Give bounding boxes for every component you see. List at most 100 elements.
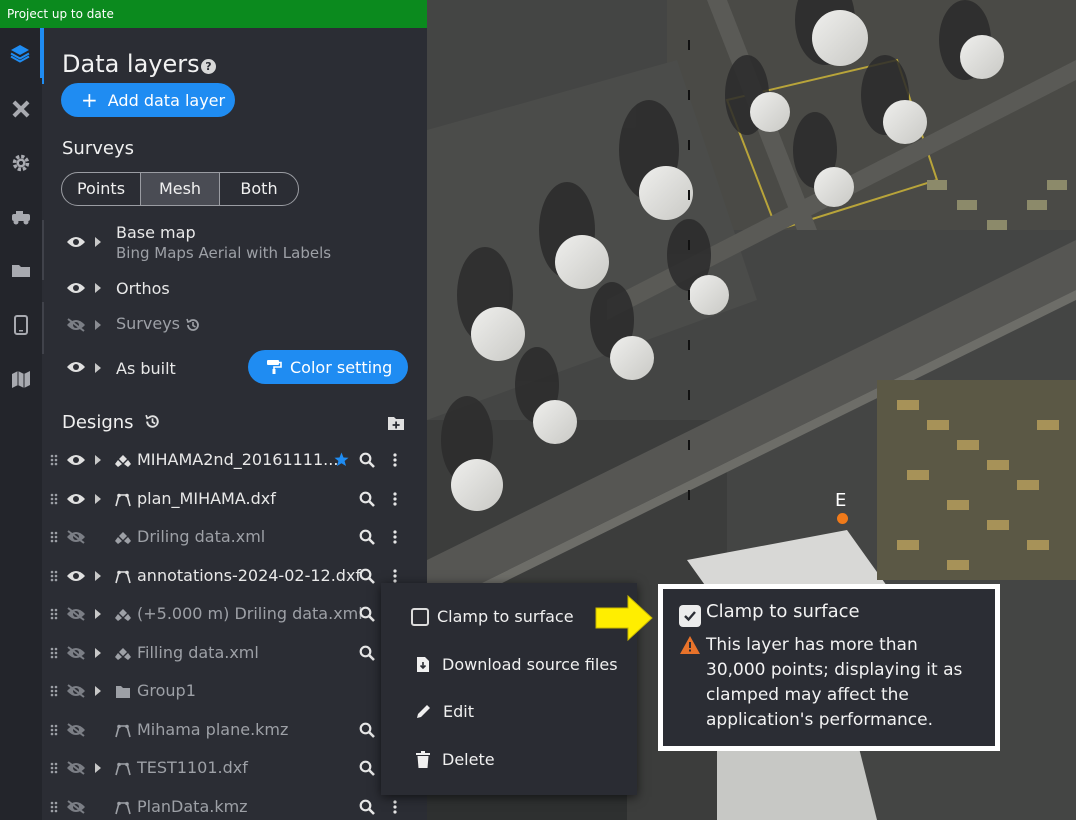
zoom-to-icon[interactable] — [359, 529, 375, 545]
eye-off-icon[interactable] — [66, 684, 86, 698]
zoom-to-icon[interactable] — [359, 606, 375, 622]
expand-caret-icon[interactable] — [95, 648, 101, 658]
drag-handle-icon[interactable] — [50, 608, 58, 620]
drag-handle-icon[interactable] — [50, 531, 58, 543]
rail-settings-button[interactable] — [0, 138, 42, 188]
rail-folder-button[interactable] — [0, 246, 42, 296]
drag-handle-icon[interactable] — [50, 454, 58, 466]
segment-mesh[interactable]: Mesh — [140, 173, 219, 205]
eye-icon[interactable] — [66, 492, 86, 506]
more-options-icon[interactable] — [393, 453, 397, 467]
folder-icon — [116, 686, 130, 698]
expand-caret-icon[interactable] — [95, 686, 101, 696]
mesh-icon — [115, 455, 131, 467]
eye-off-icon[interactable] — [66, 646, 86, 660]
menu-item-edit[interactable]: Edit — [416, 702, 474, 721]
menu-item-delete[interactable]: Delete — [416, 750, 495, 769]
design-row[interactable]: plan_MIHAMA.dxf — [42, 484, 427, 514]
more-options-icon[interactable] — [393, 800, 397, 814]
expand-caret-icon[interactable] — [95, 455, 101, 465]
zoom-to-icon[interactable] — [359, 760, 375, 776]
more-options-icon[interactable] — [393, 492, 397, 506]
trash-icon — [416, 751, 430, 768]
layers-icon — [10, 45, 30, 63]
drag-handle-icon[interactable] — [50, 570, 58, 582]
eye-icon[interactable] — [66, 569, 86, 583]
expand-caret-icon[interactable] — [95, 763, 101, 773]
line-work-icon — [115, 570, 131, 584]
drag-handle-icon[interactable] — [50, 493, 58, 505]
drag-handle-icon[interactable] — [50, 647, 58, 659]
expand-caret-icon[interactable] — [95, 494, 101, 504]
history-icon[interactable] — [185, 317, 201, 333]
history-icon[interactable] — [144, 413, 161, 430]
add-folder-icon[interactable] — [387, 415, 405, 431]
data-layers-panel: Data layers ? + Add data layer Surveys P… — [42, 28, 427, 820]
expand-caret-icon[interactable] — [95, 363, 101, 373]
menu-item-download[interactable]: Download source files — [416, 655, 618, 674]
design-row[interactable]: Driling data.xml — [42, 522, 427, 552]
eye-off-icon[interactable] — [66, 530, 86, 544]
zoom-to-icon[interactable] — [359, 491, 375, 507]
design-row[interactable]: Group1 — [42, 676, 427, 706]
segment-both[interactable]: Both — [219, 173, 298, 205]
zoom-to-icon[interactable] — [359, 799, 375, 815]
map-marker[interactable] — [837, 513, 848, 524]
star-icon[interactable] — [334, 452, 349, 467]
drag-handle-icon[interactable] — [50, 724, 58, 736]
design-row[interactable]: MIHAMA2nd_20161111... — [42, 445, 427, 475]
rail-machine-button[interactable] — [0, 192, 42, 242]
more-options-icon[interactable] — [393, 530, 397, 544]
expand-caret-icon[interactable] — [95, 237, 101, 247]
more-options-icon[interactable] — [393, 569, 397, 583]
tablet-icon — [14, 315, 28, 335]
rail-map-button[interactable] — [0, 354, 42, 404]
status-bar: Project up to date — [0, 0, 427, 28]
zoom-to-icon[interactable] — [359, 645, 375, 661]
clamp-tooltip-callout: Clamp to surface This layer has more tha… — [658, 584, 1000, 751]
design-row[interactable]: Mihama plane.kmz — [42, 715, 427, 745]
eye-off-icon[interactable] — [66, 800, 86, 814]
eye-icon[interactable] — [66, 281, 86, 295]
expand-caret-icon[interactable] — [95, 571, 101, 581]
rail-device-button[interactable] — [0, 300, 42, 350]
add-data-layer-label: Add data layer — [107, 90, 226, 110]
design-row[interactable]: TEST1101.dxf — [42, 753, 427, 783]
zoom-to-icon[interactable] — [359, 452, 375, 468]
color-setting-button[interactable]: Color setting — [248, 350, 408, 384]
line-work-icon — [115, 762, 131, 776]
expand-caret-icon[interactable] — [95, 609, 101, 619]
line-work-icon — [115, 801, 131, 815]
line-work-icon — [115, 724, 131, 738]
menu-item-edit-label: Edit — [443, 702, 474, 721]
eye-icon[interactable] — [66, 453, 86, 467]
expand-caret-icon[interactable] — [95, 320, 101, 330]
surveys-heading: Surveys — [62, 138, 134, 159]
rail-tools-button[interactable] — [0, 84, 42, 134]
eye-off-icon[interactable] — [66, 607, 86, 621]
design-row[interactable]: annotations-2024-02-12.dxf — [42, 561, 427, 591]
zoom-to-icon[interactable] — [359, 568, 375, 584]
design-row[interactable]: (+5.000 m) Driling data.xml — [42, 599, 427, 629]
design-name: Driling data.xml — [137, 527, 266, 546]
eye-off-icon[interactable] — [66, 723, 86, 737]
expand-caret-icon[interactable] — [95, 283, 101, 293]
drag-handle-icon[interactable] — [50, 801, 58, 813]
eye-off-icon[interactable] — [66, 318, 86, 332]
add-data-layer-button[interactable]: + Add data layer — [61, 83, 235, 117]
eye-off-icon[interactable] — [66, 761, 86, 775]
clamp-checkbox[interactable] — [411, 607, 429, 626]
eye-icon[interactable] — [66, 235, 86, 249]
menu-item-clamp-label: Clamp to surface — [437, 607, 574, 626]
segment-points[interactable]: Points — [62, 173, 140, 205]
mesh-icon — [115, 648, 131, 660]
drag-handle-icon[interactable] — [50, 762, 58, 774]
design-row[interactable]: Filling data.xml — [42, 638, 427, 668]
drag-handle-icon[interactable] — [50, 685, 58, 697]
eye-icon[interactable] — [66, 360, 86, 374]
rail-layers-button[interactable] — [0, 28, 42, 78]
design-row[interactable]: PlanData.kmz — [42, 792, 427, 820]
zoom-to-icon[interactable] — [359, 722, 375, 738]
menu-item-clamp[interactable]: Clamp to surface — [411, 607, 574, 626]
help-icon[interactable]: ? — [201, 59, 216, 74]
